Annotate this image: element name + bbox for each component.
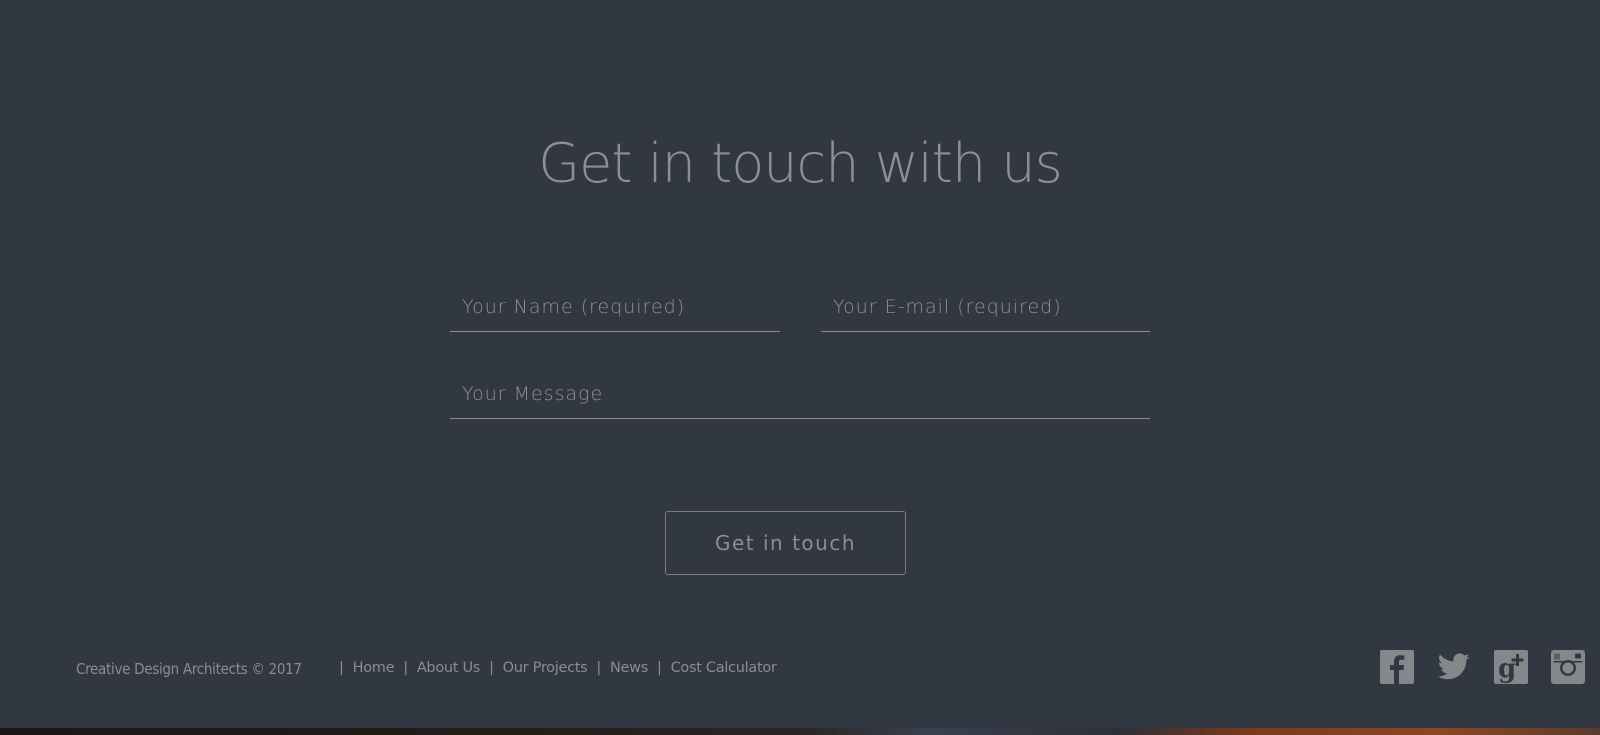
footer-link-cost-calculator[interactable]: Cost Calculator	[671, 660, 777, 676]
footer: Creative Design Architects © 2017 | Home…	[0, 650, 1600, 690]
email-field-wrapper	[821, 282, 1150, 332]
get-in-touch-button[interactable]: Get in touch	[665, 511, 906, 575]
section-title: Get in touch with us	[538, 132, 1062, 195]
facebook-link[interactable]	[1380, 650, 1414, 684]
contact-section: Get in touch with us Get in touch Creati…	[0, 0, 1600, 728]
facebook-icon	[1380, 650, 1414, 684]
name-input[interactable]	[450, 282, 780, 331]
nav-separator: |	[339, 660, 344, 676]
social-links: g	[1380, 650, 1585, 684]
copyright-text: Creative Design Architects © 2017	[76, 660, 302, 678]
footer-nav: | Home | About Us | Our Projects | News …	[330, 660, 777, 676]
nav-separator: |	[489, 660, 494, 676]
footer-link-news[interactable]: News	[610, 660, 648, 676]
nav-separator: |	[656, 660, 662, 676]
footer-link-about-us[interactable]: About Us	[417, 660, 481, 676]
instagram-link[interactable]	[1551, 650, 1585, 684]
message-field-wrapper	[450, 369, 1150, 419]
google-plus-link[interactable]: g	[1494, 650, 1528, 684]
name-field-wrapper	[450, 282, 780, 332]
email-input[interactable]	[821, 282, 1150, 331]
background-photo-strip	[0, 728, 1600, 735]
footer-link-home[interactable]: Home	[353, 660, 395, 676]
instagram-icon	[1551, 650, 1585, 684]
google-plus-icon: g	[1494, 650, 1528, 684]
message-input[interactable]	[450, 369, 1150, 418]
twitter-link[interactable]	[1437, 650, 1471, 684]
twitter-icon	[1437, 653, 1470, 680]
nav-separator: |	[403, 660, 408, 676]
nav-separator: |	[596, 660, 601, 676]
footer-link-our-projects[interactable]: Our Projects	[503, 660, 588, 676]
